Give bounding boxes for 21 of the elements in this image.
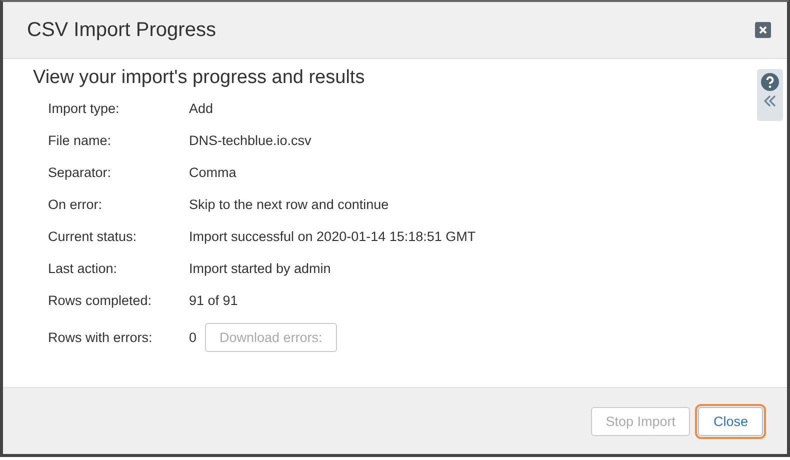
field-label: Last action: [48,261,118,276]
close-icon[interactable] [755,22,771,38]
field-label: Import type: [48,101,120,116]
section-heading: View your import's progress and results [33,67,366,89]
field-label: On error: [48,197,104,212]
collapse-icon[interactable] [762,93,778,109]
field-value: Skip to the next row and continue [189,197,389,212]
field-value: DNS-techblue.io.csv [189,133,312,148]
field-label: Rows with errors: [48,330,154,345]
field-label: File name: [48,133,112,148]
window-title: CSV Import Progress [27,18,216,42]
field-value: 91 of 91 [189,293,238,308]
field-value: Import successful on 2020-01-14 15:18:51 GMT [189,229,476,244]
field-label: Rows completed: [48,293,153,308]
field-value: Add [189,101,214,116]
field-label: Current status: [48,229,138,244]
field-label: Separator: [48,165,112,180]
field-value: Import started by admin [189,261,331,276]
help-icon[interactable] [761,73,779,91]
field-value: Comma [189,165,236,180]
field-value: 0 [189,330,197,345]
